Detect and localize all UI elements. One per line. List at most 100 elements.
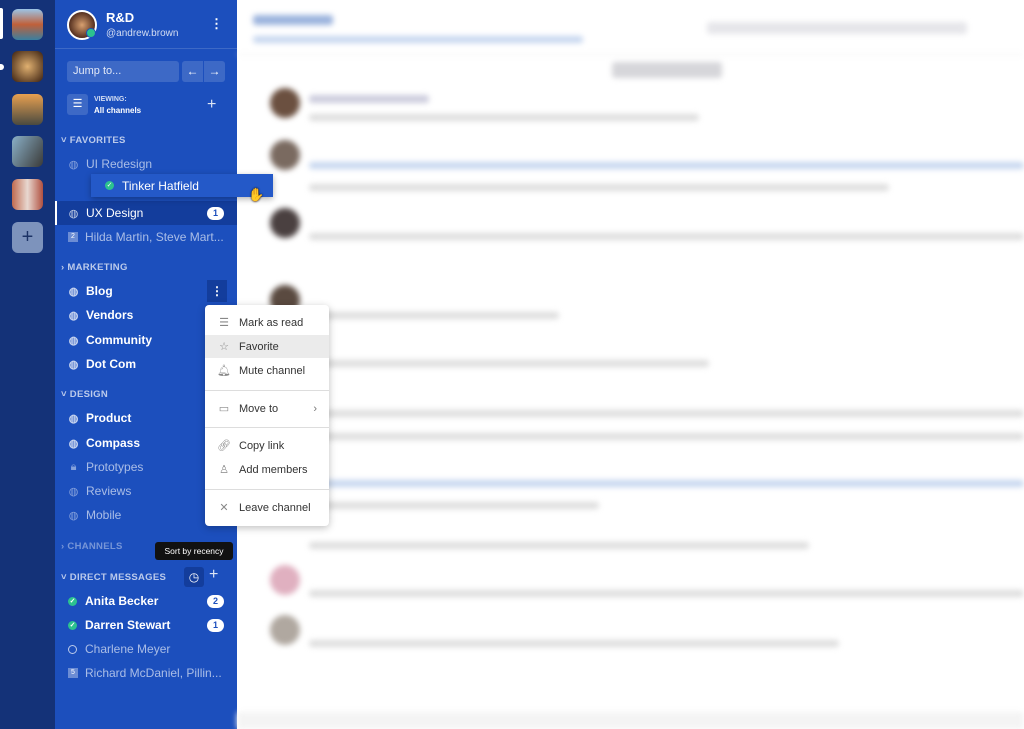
tooltip: Sort by recency [155,542,233,560]
globe-icon: ◍ [68,334,79,347]
item-label: Reviews [86,484,132,498]
section-title: DESIGN [69,389,109,400]
marketing-header[interactable]: › MARKETING [61,262,128,273]
online-status-icon: ✓ [105,181,114,190]
sidebar-item-ui-redesign[interactable]: ◍ UI Redesign [55,152,237,176]
clock-icon[interactable]: ◷ [184,567,204,587]
item-label: Blog [86,284,113,298]
item-label: Richard McDaniel, Pillin... [85,666,222,680]
item-label: Compass [86,436,141,450]
channels-header[interactable]: › CHANNELS [61,541,123,552]
menu-item-leave-channel[interactable]: ✕ Leave channel [205,496,329,519]
item-label: UI Redesign [86,157,153,171]
filter-icon[interactable]: ☰ [67,94,88,115]
menu-item-mark-as-read[interactable]: ☰ Mark as read [205,311,329,334]
star-icon: ☆ [219,341,229,353]
bell-icon: 🔔︎ [217,365,231,377]
favorites-header[interactable]: ˅ FAVORITES [61,135,126,146]
sidebar-item-blog[interactable]: ◍ Blog ⋮ [55,279,237,303]
item-label: Hilda Martin, Steve Mart... [85,230,224,244]
add-dm-icon[interactable]: + [209,566,218,584]
globe-icon: ◍ [68,485,79,498]
item-label: Tinker Hatfield [122,178,199,193]
section-title: FAVORITES [69,135,126,146]
menu-label: Copy link [239,439,285,452]
item-label: Mobile [86,508,122,522]
menu-label: Leave channel [239,501,311,514]
globe-icon: ◍ [68,309,79,322]
menu-label: Move to [239,402,279,415]
globe-icon: ◍ [68,207,79,220]
member-count-icon: 2 [68,232,78,242]
team-icon[interactable] [12,179,43,210]
back-arrow-icon[interactable]: ← [182,61,203,82]
divider [205,489,329,490]
viewing-label: VIEWING: [94,96,127,103]
dm-item-group[interactable]: 5 Richard McDaniel, Pillin... [55,661,237,685]
username: @andrew.brown [106,28,179,39]
offline-status-icon [68,644,77,654]
online-status-icon: ✓ [68,620,77,630]
channel-view-blurred [237,0,1024,729]
main-menu-icon[interactable]: ⋮ [210,16,223,32]
menu-item-mute-channel[interactable]: 🔔︎ Mute channel [205,359,329,382]
section-title: MARKETING [67,262,128,273]
item-label: Community [86,333,152,347]
item-label: Prototypes [86,460,144,474]
team-icon[interactable] [12,94,43,125]
team-icon[interactable] [12,51,43,82]
design-header[interactable]: ˅ DESIGN [61,389,108,400]
lock-icon: 🔒︎ [70,460,77,473]
forward-arrow-icon[interactable]: → [204,61,225,82]
menu-item-move-to[interactable]: ▭ Move to › [205,397,329,420]
direct-messages-header[interactable]: ˅ DIRECT MESSAGES [61,572,166,583]
item-label: Product [86,411,132,425]
member-count-icon: 5 [68,668,78,678]
item-label: Anita Becker [85,594,159,608]
team-icon[interactable] [12,136,43,167]
folder-move-icon: ▭ [218,403,230,415]
dm-item-charlene-meyer[interactable]: Charlene Meyer [55,637,237,661]
team-name: R&D [106,10,135,25]
unread-badge: 1 [207,618,224,632]
user-icon: ♙ [219,464,229,476]
globe-icon: ◍ [68,285,79,298]
grab-cursor-icon: ✋ [248,187,265,202]
viewing-value[interactable]: All channels [94,106,141,115]
item-label: Dot Com [86,357,136,371]
globe-icon: ◍ [68,158,79,171]
link-icon: 🔗︎ [217,440,231,452]
dm-item-anita-becker[interactable]: ✓ Anita Becker 2 [55,589,237,613]
menu-item-favorite[interactable]: ☆ Favorite [205,335,329,358]
item-label: Charlene Meyer [85,642,171,656]
mark-read-icon: ☰ [219,317,229,329]
unread-indicator [0,64,4,70]
unread-badge: 1 [207,206,224,220]
item-label: UX Design [86,206,144,220]
menu-item-copy-link[interactable]: 🔗︎ Copy link [205,434,329,457]
menu-label: Favorite [239,340,279,353]
jump-to-input[interactable]: Jump to... [67,61,179,82]
active-team-indicator [0,8,3,39]
menu-label: Mute channel [239,364,306,377]
menu-item-add-members[interactable]: ♙ Add members [205,458,329,481]
sidebar-item-group-dm[interactable]: 2 Hilda Martin, Steve Mart... [55,225,237,249]
dm-item-darren-stewart[interactable]: ✓ Darren Stewart 1 [55,613,237,637]
close-icon: ✕ [219,502,229,514]
add-channel-icon[interactable]: + [207,96,216,114]
divider [55,48,237,49]
sidebar-item-ux-design[interactable]: ◍ UX Design 1 [55,201,237,225]
globe-icon: ◍ [68,509,79,522]
chevron-right-icon: › [313,402,317,415]
channel-options-icon[interactable]: ⋮ [207,280,227,302]
online-status-icon: ✓ [68,596,77,606]
dragging-dm-item[interactable]: ✓ Tinker Hatfield [91,174,273,197]
item-label: Vendors [86,308,134,322]
divider [205,427,329,428]
team-icon[interactable] [12,9,43,40]
team-sidebar: + [0,0,55,729]
divider [205,390,329,391]
globe-icon: ◍ [68,437,79,450]
add-team-button[interactable]: + [12,222,43,253]
item-label: Darren Stewart [85,618,171,632]
